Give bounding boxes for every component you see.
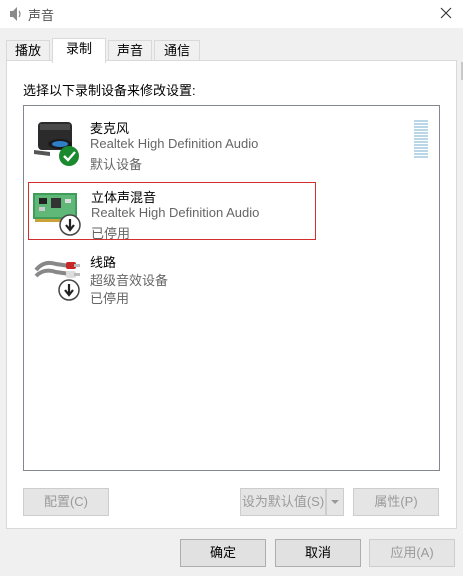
sound-card-icon (33, 193, 81, 236)
configure-button[interactable]: 配置(C) (23, 488, 109, 516)
device-status: 已停用 (90, 291, 130, 306)
close-icon (440, 7, 452, 19)
title-bar: 声音 (0, 0, 463, 28)
disabled-arrow-icon (59, 214, 81, 236)
line-in-cable-icon (34, 260, 80, 301)
device-name: 麦克风 (90, 121, 130, 136)
device-description: Realtek High Definition Audio (91, 205, 260, 220)
tab-sounds[interactable]: 声音 (108, 40, 152, 61)
cancel-button[interactable]: 取消 (275, 539, 361, 567)
disabled-arrow-icon (58, 279, 80, 301)
device-item-line-in[interactable]: 线路 超级音效设备 已停用 (28, 248, 316, 306)
device-item-stereo-mix[interactable]: 立体声混音 Realtek High Definition Audio 已停用 (28, 182, 316, 241)
close-button[interactable] (429, 0, 463, 26)
device-status: 默认设备 (90, 157, 143, 172)
set-default-button[interactable]: 设为默认值(S) (240, 488, 326, 516)
device-name: 线路 (90, 255, 117, 270)
device-description: Realtek High Definition Audio (90, 136, 259, 151)
device-item-microphone[interactable]: 麦克风 Realtek High Definition Audio 默认设备 (28, 114, 316, 172)
recording-pane: 选择以下录制设备来修改设置: 麦克风 Realtek High Definiti… (6, 60, 457, 529)
device-description: 超级音效设备 (90, 273, 169, 288)
properties-button[interactable]: 属性(P) (353, 488, 439, 516)
device-list[interactable]: 麦克风 Realtek High Definition Audio 默认设备 立… (23, 105, 440, 471)
device-status: 已停用 (91, 226, 131, 241)
instruction-label: 选择以下录制设备来修改设置: (23, 83, 196, 98)
apply-button[interactable]: 应用(A) (369, 539, 455, 567)
level-meter (414, 120, 428, 160)
default-check-icon (59, 146, 79, 166)
device-name: 立体声混音 (91, 190, 157, 205)
chevron-down-icon (331, 500, 339, 504)
speaker-icon (10, 7, 21, 21)
ok-button[interactable]: 确定 (180, 539, 266, 567)
tab-communications[interactable]: 通信 (154, 40, 200, 61)
window-title: 声音 (28, 8, 55, 23)
set-default-dropdown-button[interactable] (326, 488, 344, 516)
microphone-icon (34, 122, 79, 166)
tab-recording[interactable]: 录制 (52, 38, 106, 63)
tab-playback[interactable]: 播放 (6, 40, 50, 61)
